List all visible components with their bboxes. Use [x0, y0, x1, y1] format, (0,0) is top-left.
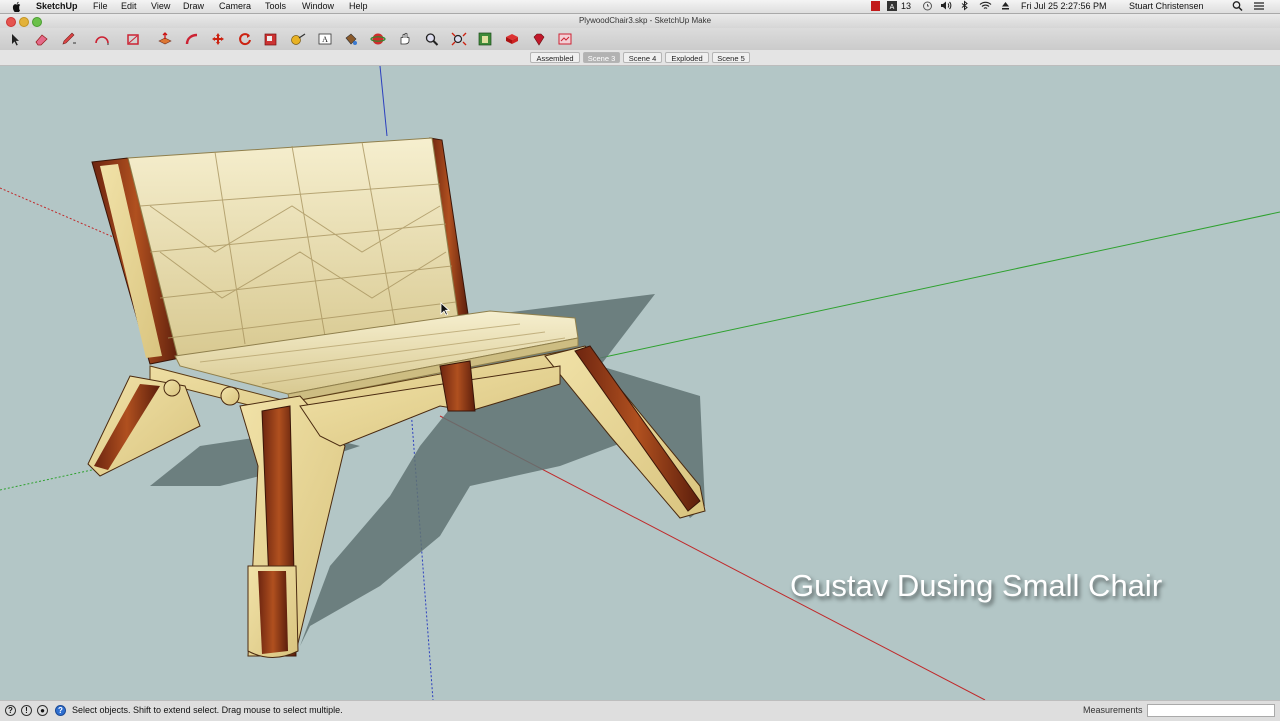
- send-to-layout-icon[interactable]: [556, 31, 574, 47]
- pencil-icon[interactable]: [60, 31, 78, 47]
- menu-file[interactable]: File: [93, 0, 108, 13]
- window-title-bar: PlywoodChair3.skp - SketchUp Make: [0, 14, 1280, 28]
- adobe-icon[interactable]: A: [887, 0, 897, 15]
- user-name[interactable]: Stuart Christensen: [1129, 0, 1204, 13]
- scene-tab-scene-3[interactable]: Scene 3: [583, 52, 620, 63]
- wifi-icon[interactable]: [979, 0, 992, 15]
- time-machine-icon[interactable]: [922, 0, 933, 15]
- menu-draw[interactable]: Draw: [183, 0, 204, 13]
- notification-center-icon[interactable]: [1253, 0, 1265, 15]
- orbit-icon[interactable]: [369, 31, 387, 47]
- model-viewport[interactable]: Gustav Dusing Small Chair: [0, 66, 1280, 700]
- menu-window[interactable]: Window: [302, 0, 334, 13]
- notification-badge: 13: [901, 1, 912, 11]
- joint-peg: [220, 386, 240, 406]
- svg-text:A: A: [890, 4, 895, 11]
- push-pull-icon[interactable]: [156, 31, 174, 47]
- rotate-icon[interactable]: [236, 31, 254, 47]
- measurements-label: Measurements: [1083, 705, 1143, 715]
- spotlight-icon[interactable]: [1232, 0, 1243, 15]
- scene-tab-scene-4[interactable]: Scene 4: [623, 52, 662, 63]
- scene-tab-scene-5[interactable]: Scene 5: [712, 52, 750, 63]
- bluetooth-icon[interactable]: [961, 0, 969, 15]
- ruby-icon[interactable]: [530, 31, 548, 47]
- volume-icon[interactable]: [940, 0, 952, 15]
- video-caption: Gustav Dusing Small Chair: [790, 568, 1163, 603]
- credits-icon[interactable]: !: [21, 705, 32, 716]
- help-icon[interactable]: ?: [55, 705, 66, 716]
- user-icon[interactable]: ●: [37, 705, 48, 716]
- pan-icon[interactable]: [396, 31, 414, 47]
- eraser-icon[interactable]: [33, 31, 51, 47]
- svg-text:A: A: [322, 35, 328, 44]
- scene-tab-assembled[interactable]: Assembled: [530, 52, 580, 63]
- clock-datetime[interactable]: Fri Jul 25 2:27:56 PM: [1021, 0, 1107, 13]
- eject-icon[interactable]: [1001, 0, 1010, 15]
- scene-tabs-bar: Assembled Scene 3 Scene 4 Exploded Scene…: [0, 50, 1280, 66]
- front-left-foot-edge: [258, 571, 288, 654]
- warehouse-icon[interactable]: [476, 31, 494, 47]
- zoom-extents-icon[interactable]: [450, 31, 468, 47]
- zoom-icon[interactable]: [423, 31, 441, 47]
- menu-tools[interactable]: Tools: [265, 0, 286, 13]
- menu-help[interactable]: Help: [349, 0, 368, 13]
- paint-bucket-icon[interactable]: [342, 31, 360, 47]
- main-toolbar: A: [0, 28, 1280, 50]
- geo-location-icon[interactable]: ?: [5, 705, 16, 716]
- scale-icon[interactable]: [262, 31, 280, 47]
- menu-edit[interactable]: Edit: [121, 0, 137, 13]
- status-hint-text: Select objects. Shift to extend select. …: [72, 705, 343, 715]
- green-axis: [599, 211, 1280, 359]
- status-bar: ? ! ● ? Select objects. Shift to extend …: [0, 700, 1280, 721]
- arc-icon[interactable]: [93, 31, 111, 47]
- menu-app-sketchup[interactable]: SketchUp: [36, 0, 78, 13]
- recording-icon[interactable]: [871, 0, 880, 15]
- follow-me-icon[interactable]: [183, 31, 201, 47]
- window-title: PlywoodChair3.skp - SketchUp Make: [578, 16, 712, 25]
- rectangle-icon[interactable]: [125, 31, 143, 47]
- measurements-input[interactable]: [1147, 704, 1275, 717]
- extension-icon[interactable]: [503, 31, 521, 47]
- blue-axis: [379, 66, 388, 137]
- menu-view[interactable]: View: [151, 0, 170, 13]
- menu-bar: SketchUp File Edit View Draw Camera Tool…: [0, 0, 1280, 14]
- move-icon[interactable]: [209, 31, 227, 47]
- tape-measure-icon[interactable]: [289, 31, 307, 47]
- mouse-cursor-icon: [440, 302, 450, 316]
- text-icon[interactable]: A: [316, 31, 334, 47]
- select-icon[interactable]: [6, 31, 24, 47]
- chair-model-drawing[interactable]: [0, 66, 1280, 700]
- scene-tab-exploded[interactable]: Exploded: [665, 52, 709, 63]
- joint-peg: [163, 379, 181, 397]
- apple-icon[interactable]: [12, 1, 22, 12]
- menu-camera[interactable]: Camera: [219, 0, 251, 13]
